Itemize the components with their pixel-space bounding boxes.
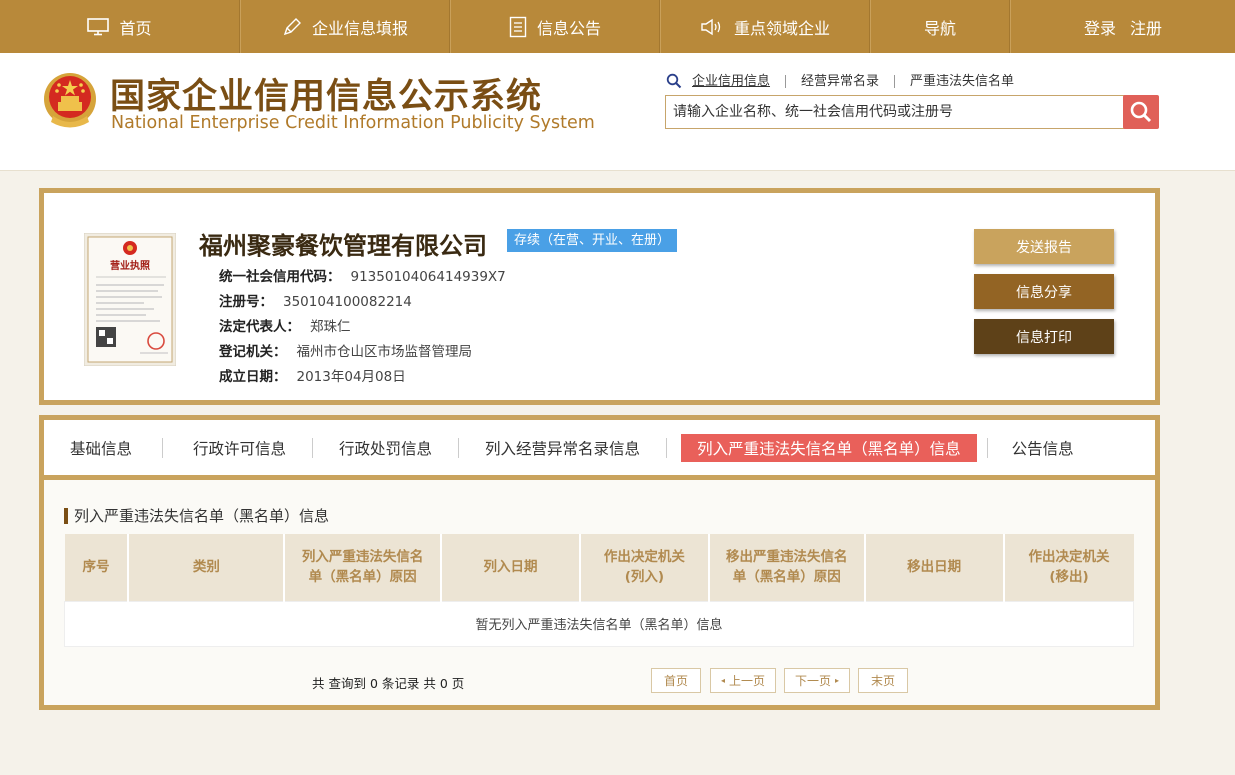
info-label: 成立日期： [219,369,287,385]
pager-prev[interactable]: ◂ 上一页 [710,668,776,693]
col-remove-authority: 作出决定机关(移出) [1003,534,1134,601]
search-tab-abnormal[interactable]: 经营异常名录 [785,74,894,88]
search-icon [666,73,682,89]
col-remove-date: 移出日期 [864,534,1005,601]
right-arrow-icon: ▸ [835,676,840,685]
col-list-reason: 列入严重违法失信名单（黑名单）原因 [284,534,443,601]
pager-first-label: 首页 [663,674,688,688]
license-label: 营业执照 [110,259,150,272]
tab-penalty[interactable]: 行政处罚信息 [339,434,432,462]
col-list-authority: 作出决定机关(列入) [579,534,710,601]
tab-abnormal[interactable]: 列入经营异常名录信息 [485,434,640,462]
print-button[interactable]: 信息打印 [974,319,1114,354]
col-list-date: 列入日期 [441,534,581,601]
nav-home-label: 首页 [119,18,152,38]
register-link[interactable]: 注册 [1130,15,1162,39]
nav-key[interactable]: 重点领域企业 [660,0,870,53]
status-badge: 存续（在营、开业、在册） [507,229,678,252]
nav-notice[interactable]: 信息公告 [450,0,660,53]
national-emblem-icon [44,73,96,128]
tab-basic[interactable]: 基础信息 [70,434,132,462]
nav-auth: 登录 注册 [1010,0,1235,53]
info-value: 郑珠仁 [310,319,351,335]
section-title-text: 列入严重违法失信名单（黑名单）信息 [74,507,330,525]
tab-divider [458,437,460,458]
col-index: 序号 [64,534,130,601]
pager-first[interactable]: 首页 [651,668,701,693]
company-name: 福州聚豪餐饮管理有限公司 [199,232,487,260]
pager-last-label: 末页 [870,674,895,688]
tab-divider [666,437,668,458]
info-value: 9135010406414939X7 [350,269,506,285]
nav-home[interactable]: 首页 [0,0,240,53]
speaker-icon [700,18,724,36]
tab-divider [312,437,314,458]
pager-prev-label: 上一页 [729,674,766,688]
info-established: 成立日期： 2013年04月08日 [219,365,406,385]
nav-guide-label: 导航 [923,18,956,38]
tab-divider [986,437,988,458]
tab-blacklist[interactable]: 列入严重违法失信名单（黑名单）信息 [681,433,977,462]
search-tab-blacklist[interactable]: 严重违法失信名单 [894,74,1029,88]
login-link[interactable]: 登录 [1084,15,1116,39]
search-icon [1130,101,1152,123]
business-license-image[interactable]: 营业执照 [84,233,176,366]
info-tabs: 基础信息 行政许可信息 行政处罚信息 列入经营异常名录信息 列入严重违法失信名单… [44,420,1155,480]
empty-message: 暂无列入严重违法失信名单（黑名单）信息 [64,600,1134,647]
company-card: 营业执照 福州聚豪餐饮管理有限公司 存续（在营、开业、在册） 统一社会信用代码：… [39,188,1160,405]
col-category: 类别 [128,534,286,601]
send-report-button[interactable]: 发送报告 [974,229,1114,264]
nav-guide[interactable]: 导航 [870,0,1010,53]
pager-next[interactable]: 下一页 ▸ [784,668,850,693]
monitor-icon [87,17,110,36]
search-tab-credit[interactable]: 企业信用信息 [692,75,785,88]
tab-license[interactable]: 行政许可信息 [193,434,286,462]
col-remove-reason: 移出严重违法失信名单（黑名单）原因 [708,534,866,601]
info-legal-rep: 法定代表人： 郑珠仁 [219,315,351,335]
search-input[interactable]: 请输入企业名称、统一社会信用代码或注册号 [665,95,1125,129]
info-reg-no: 注册号： 350104100082214 [219,290,412,310]
info-panel: 基础信息 行政许可信息 行政处罚信息 列入经营异常名录信息 列入严重违法失信名单… [39,415,1160,710]
nav-fill-label: 企业信息填报 [311,18,408,38]
tab-announcement[interactable]: 公告信息 [1012,434,1074,462]
info-authority: 登记机关： 福州市仓山区市场监督管理局 [219,340,472,360]
search-button[interactable] [1123,95,1159,129]
record-summary: 共 查询到 0 条记录 共 0 页 [312,676,465,691]
info-label: 登记机关： [219,344,287,360]
document-icon [509,16,527,38]
table-row: 暂无列入严重违法失信名单（黑名单）信息 [64,600,1134,647]
nav-fill[interactable]: 企业信息填报 [240,0,450,53]
pen-icon [282,17,302,37]
top-nav: 首页 企业信息填报 信息公告 重点领域企业 导航 登录 注册 [0,0,1235,53]
site-title: 国家企业信用信息公示系统 [110,77,543,117]
search-type-tabs: 企业信用信息 经营异常名录 严重违法失信名单 [666,73,1029,89]
pager-next-label: 下一页 [794,674,831,688]
site-title-en: National Enterprise Credit Information P… [111,113,595,133]
info-value: 福州市仓山区市场监督管理局 [296,344,473,360]
title-marker [64,507,68,524]
nav-notice-label: 信息公告 [536,18,601,38]
info-label: 注册号： [219,294,273,310]
site-header: 国家企业信用信息公示系统 National Enterprise Credit … [0,53,1235,171]
left-arrow-icon: ◂ [720,676,725,685]
info-value: 350104100082214 [283,294,412,310]
info-credit-code: 统一社会信用代码： 9135010406414939X7 [219,265,506,285]
section-title: 列入严重违法失信名单（黑名单）信息 [64,505,329,526]
info-label: 统一社会信用代码： [219,269,341,285]
share-button[interactable]: 信息分享 [974,274,1114,309]
table-header-row: 序号 类别 列入严重违法失信名单（黑名单）原因 列入日期 作出决定机关(列入) … [64,534,1134,601]
nav-key-label: 重点领域企业 [733,18,830,38]
pager-last[interactable]: 末页 [858,668,908,693]
blacklist-table: 序号 类别 列入严重违法失信名单（黑名单）原因 列入日期 作出决定机关(列入) … [64,534,1134,647]
info-value: 2013年04月08日 [296,369,406,385]
info-label: 法定代表人： [219,319,300,335]
tab-divider [162,437,164,458]
